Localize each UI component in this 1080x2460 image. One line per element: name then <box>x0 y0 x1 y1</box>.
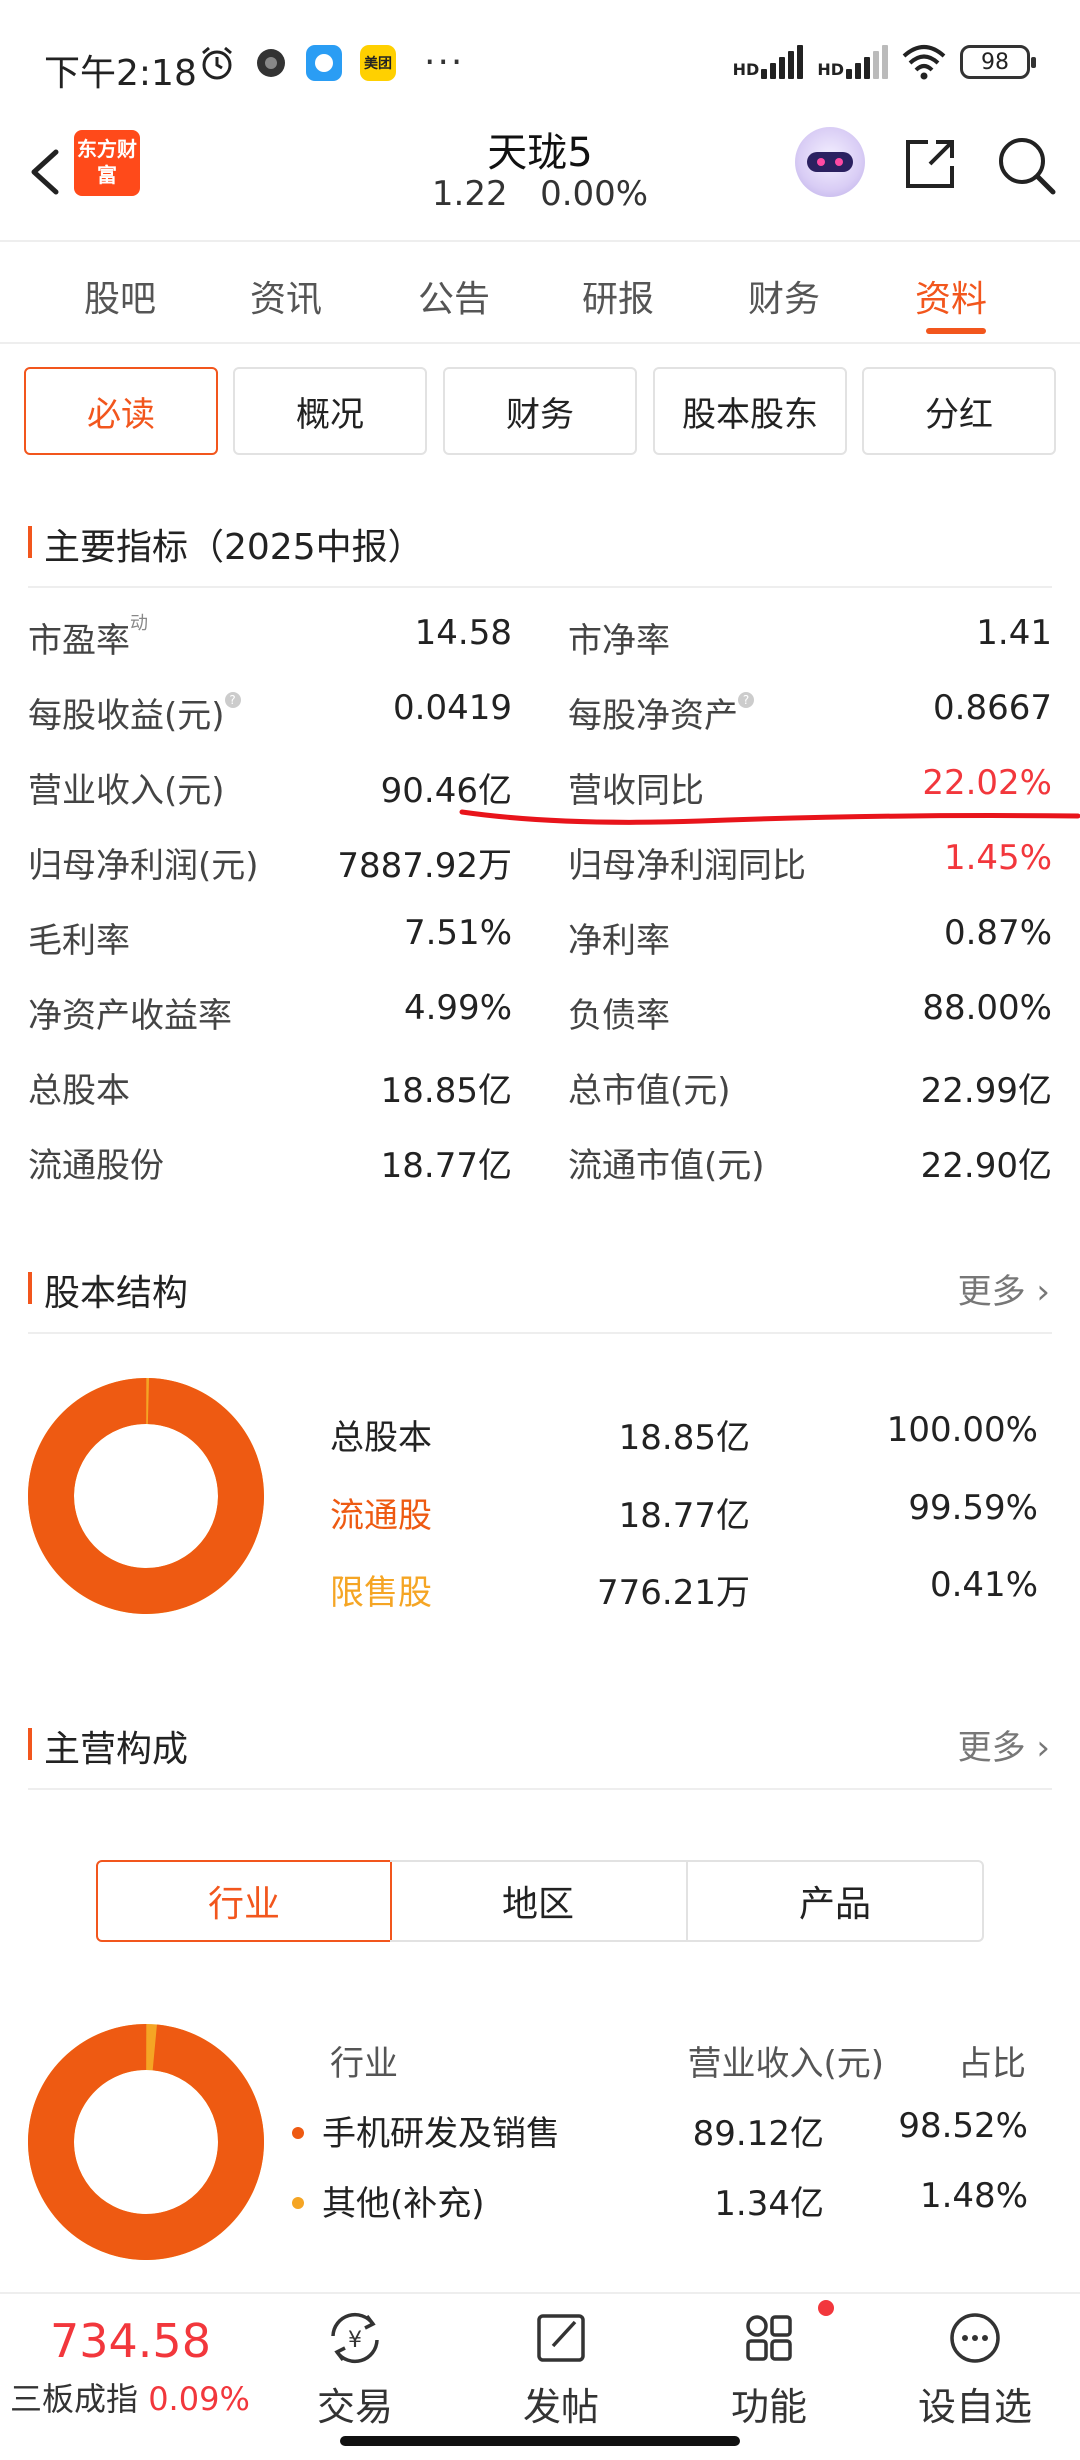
share-row-pct: 100.00% <box>886 1410 1038 1450</box>
chevron-right-icon: › <box>1036 1272 1050 1312</box>
main-business-more[interactable]: 更多 › <box>958 1720 1050 1769</box>
notification-dot <box>818 2300 834 2316</box>
indicator-label: 流通股份 <box>28 1146 164 1186</box>
nav-post[interactable]: 发帖 <box>496 2306 626 2431</box>
share-row-label: 流通股 <box>330 1496 432 1536</box>
indicator-value: 22.90亿 <box>920 1146 1052 1186</box>
indicator-label: 总股本 <box>28 1071 130 1111</box>
share-row-label: 限售股 <box>330 1573 432 1613</box>
share-structure-more[interactable]: 更多 › <box>958 1264 1050 1313</box>
segment-product[interactable]: 产品 <box>688 1860 984 1942</box>
nav-features[interactable]: 功能 <box>704 2306 834 2431</box>
indicator-label: 净资产收益率 <box>28 996 232 1036</box>
indicator-label: 负债率 <box>568 996 670 1036</box>
trade-icon: ¥ <box>331 2312 379 2364</box>
grid-icon <box>746 2315 792 2361</box>
business-row-label: 手机研发及销售 <box>292 2106 560 2155</box>
nav-features-label: 功能 <box>730 2385 807 2429</box>
share-donut-main-slice <box>28 1378 264 1614</box>
business-row-share: 1.48% <box>919 2176 1028 2216</box>
business-row-revenue: 89.12亿 <box>692 2114 824 2154</box>
share-row-amount: 18.77亿 <box>618 1496 750 1536</box>
legend-dot-icon <box>292 2196 304 2209</box>
share-structure-title: 股本结构 <box>28 1264 188 1316</box>
nav-trade-label: 交易 <box>316 2385 393 2429</box>
indicator-label: 流通市值(元) <box>568 1146 765 1186</box>
indicator-value: 7.51% <box>403 913 512 953</box>
indicator-value: 88.00% <box>922 988 1052 1028</box>
chevron-right-icon: › <box>1036 1728 1050 1768</box>
indicator-value: 18.77亿 <box>380 1146 512 1186</box>
home-indicator <box>340 2436 740 2446</box>
edit-icon <box>537 2314 585 2362</box>
share-row-pct: 99.59% <box>908 1488 1038 1528</box>
business-row-revenue: 1.34亿 <box>714 2184 824 2224</box>
index-ticker[interactable]: 三板成指 0.09% <box>10 2374 250 2420</box>
nav-add-watchlist-label: 设自选 <box>917 2385 1032 2429</box>
bottom-nav: 734.58 三板成指 0.09% ¥ 交易 发帖 功能 设自选 <box>0 2292 1080 2460</box>
share-row-pct: 0.41% <box>929 1565 1038 1605</box>
segment-industry[interactable]: 行业 <box>96 1860 392 1942</box>
segment-region[interactable]: 地区 <box>390 1860 688 1942</box>
nav-post-label: 发帖 <box>522 2385 599 2429</box>
divider <box>28 1788 1052 1790</box>
legend-dot-icon <box>292 2126 304 2139</box>
nav-trade[interactable]: ¥ 交易 <box>290 2306 420 2431</box>
indicator-label: 毛利率 <box>28 921 130 961</box>
indicator-label: 总市值(元) <box>568 1071 731 1111</box>
business-row-share: 98.52% <box>898 2106 1028 2146</box>
indicator-value: 4.99% <box>403 988 512 1028</box>
share-row-label: 总股本 <box>330 1418 432 1458</box>
main-business-donut <box>28 2024 264 2260</box>
business-donut-main-slice <box>28 2024 264 2260</box>
indicator-value: 22.99亿 <box>920 1071 1052 1111</box>
business-header-category: 行业 <box>330 2044 398 2084</box>
index-value[interactable]: 734.58 <box>50 2314 211 2368</box>
nav-add-watchlist[interactable]: 设自选 <box>910 2306 1040 2431</box>
indicator-value: 18.85亿 <box>380 1071 512 1111</box>
svg-text:¥: ¥ <box>348 2328 362 2353</box>
more-circle-icon <box>950 2313 1000 2363</box>
share-structure-donut <box>28 1378 264 1614</box>
divider <box>28 1332 1052 1334</box>
business-header-share: 占比 <box>958 2044 1026 2084</box>
business-header-revenue: 营业收入(元) <box>687 2044 884 2084</box>
red-underline-annotation <box>459 809 1080 825</box>
business-row-label: 其他(补充) <box>292 2176 485 2225</box>
share-row-amount: 18.85亿 <box>618 1418 750 1458</box>
indicator-label: 净利率 <box>568 921 670 961</box>
indicator-value: 0.87% <box>943 913 1052 953</box>
main-business-title: 主营构成 <box>28 1720 188 1772</box>
share-row-amount: 776.21万 <box>597 1573 750 1613</box>
